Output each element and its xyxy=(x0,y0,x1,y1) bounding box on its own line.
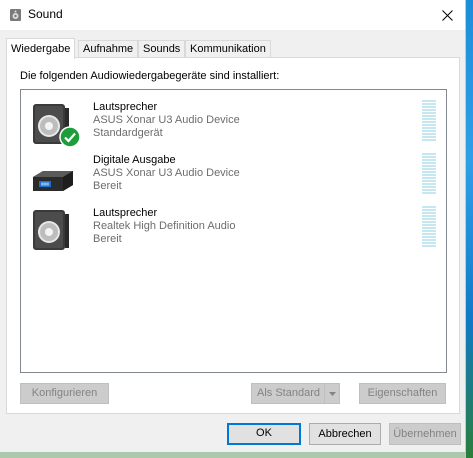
configure-button[interactable]: Konfigurieren xyxy=(20,383,109,404)
cancel-button[interactable]: Abbrechen xyxy=(309,423,381,445)
tab-aufnahme[interactable]: Aufnahme xyxy=(78,40,139,58)
ok-button[interactable]: OK xyxy=(227,423,301,445)
default-device-check-icon xyxy=(59,126,81,148)
title-bar[interactable]: Sound xyxy=(0,0,465,30)
tab-sounds[interactable]: Sounds xyxy=(138,40,186,58)
tab-wiedergabe[interactable]: Wiedergabe xyxy=(6,38,76,59)
device-name: Lautsprecher xyxy=(93,101,158,113)
device-item[interactable]: Digitale Ausgabe ASUS Xonar U3 Audio Dev… xyxy=(21,151,444,203)
apply-button[interactable]: Übernehmen xyxy=(389,423,461,445)
tab-kommunikation[interactable]: Kommunikation xyxy=(185,40,271,58)
device-status: Standardgerät xyxy=(93,127,163,139)
chevron-down-icon xyxy=(328,391,336,396)
close-icon xyxy=(441,9,453,21)
device-description: ASUS Xonar U3 Audio Device xyxy=(93,114,240,126)
set-default-dropdown[interactable] xyxy=(324,384,339,403)
window-title: Sound xyxy=(28,7,63,21)
device-status: Bereit xyxy=(93,233,122,245)
set-default-label: Als Standard xyxy=(257,387,320,399)
device-item[interactable]: Lautsprecher Realtek High Definition Aud… xyxy=(21,204,444,256)
device-item[interactable]: Lautsprecher ASUS Xonar U3 Audio Device … xyxy=(21,98,444,150)
speaker-icon xyxy=(33,210,69,250)
level-meter xyxy=(422,153,436,195)
desktop-background xyxy=(466,0,473,458)
resize-grip-icon xyxy=(0,449,465,458)
set-default-button[interactable]: Als Standard xyxy=(251,383,340,404)
properties-button[interactable]: Eigenschaften xyxy=(359,383,446,404)
device-description: ASUS Xonar U3 Audio Device xyxy=(93,167,240,179)
playback-panel: Die folgenden Audiowiedergabegeräte sind… xyxy=(6,57,460,414)
close-button[interactable] xyxy=(429,0,465,30)
device-list[interactable]: Lautsprecher ASUS Xonar U3 Audio Device … xyxy=(20,89,447,373)
sound-app-icon xyxy=(10,9,21,21)
panel-heading: Die folgenden Audiowiedergabegeräte sind… xyxy=(20,70,280,82)
digital-output-icon xyxy=(33,171,73,191)
level-meter xyxy=(422,100,436,142)
sound-dialog: Sound Wiedergabe Aufnahme Sounds Kommuni… xyxy=(0,0,466,458)
device-description: Realtek High Definition Audio xyxy=(93,220,236,232)
level-meter xyxy=(422,206,436,248)
device-name: Digitale Ausgabe xyxy=(93,154,176,166)
device-name: Lautsprecher xyxy=(93,207,158,219)
device-status: Bereit xyxy=(93,180,122,192)
